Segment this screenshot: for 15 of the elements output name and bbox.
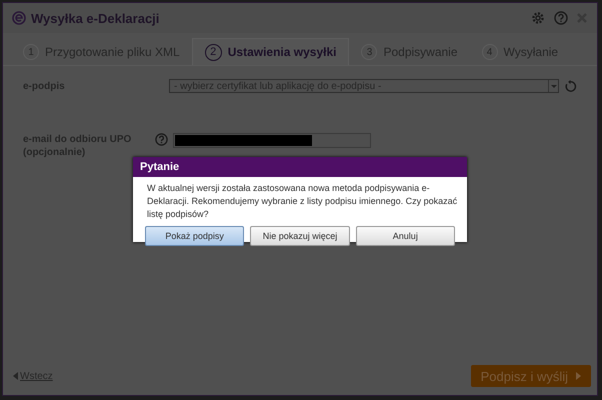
e-logo-icon [12,11,26,25]
sign-and-send-button[interactable]: Podpisz i wyślij [470,365,591,387]
window-title: Wysyłka e-Deklaracji [31,10,160,26]
dialog-button[interactable]: Anuluj [356,226,455,246]
dialog-title: Pytanie [133,157,467,177]
step-tab[interactable]: 2 Ustawienia wysyłki [192,38,350,65]
dialog-message: W aktualnej wersji została zastosowana nowa metoda podpisywania e-Deklaracji. Rekomendujemy wybranie z listy podpisu imiennego. Czy pokazać listę podpisów? [146,182,458,221]
dialog-button[interactable]: Nie pokazuj więcej [250,226,350,246]
caret-icon [548,80,558,92]
refresh-icon[interactable] [564,80,577,92]
settings-icon[interactable] [531,11,545,25]
dialog-button[interactable]: Pokaż podpisy [145,226,244,246]
help-icon[interactable] [155,133,168,146]
help-icon[interactable] [554,11,568,25]
email-field[interactable] [173,133,371,148]
